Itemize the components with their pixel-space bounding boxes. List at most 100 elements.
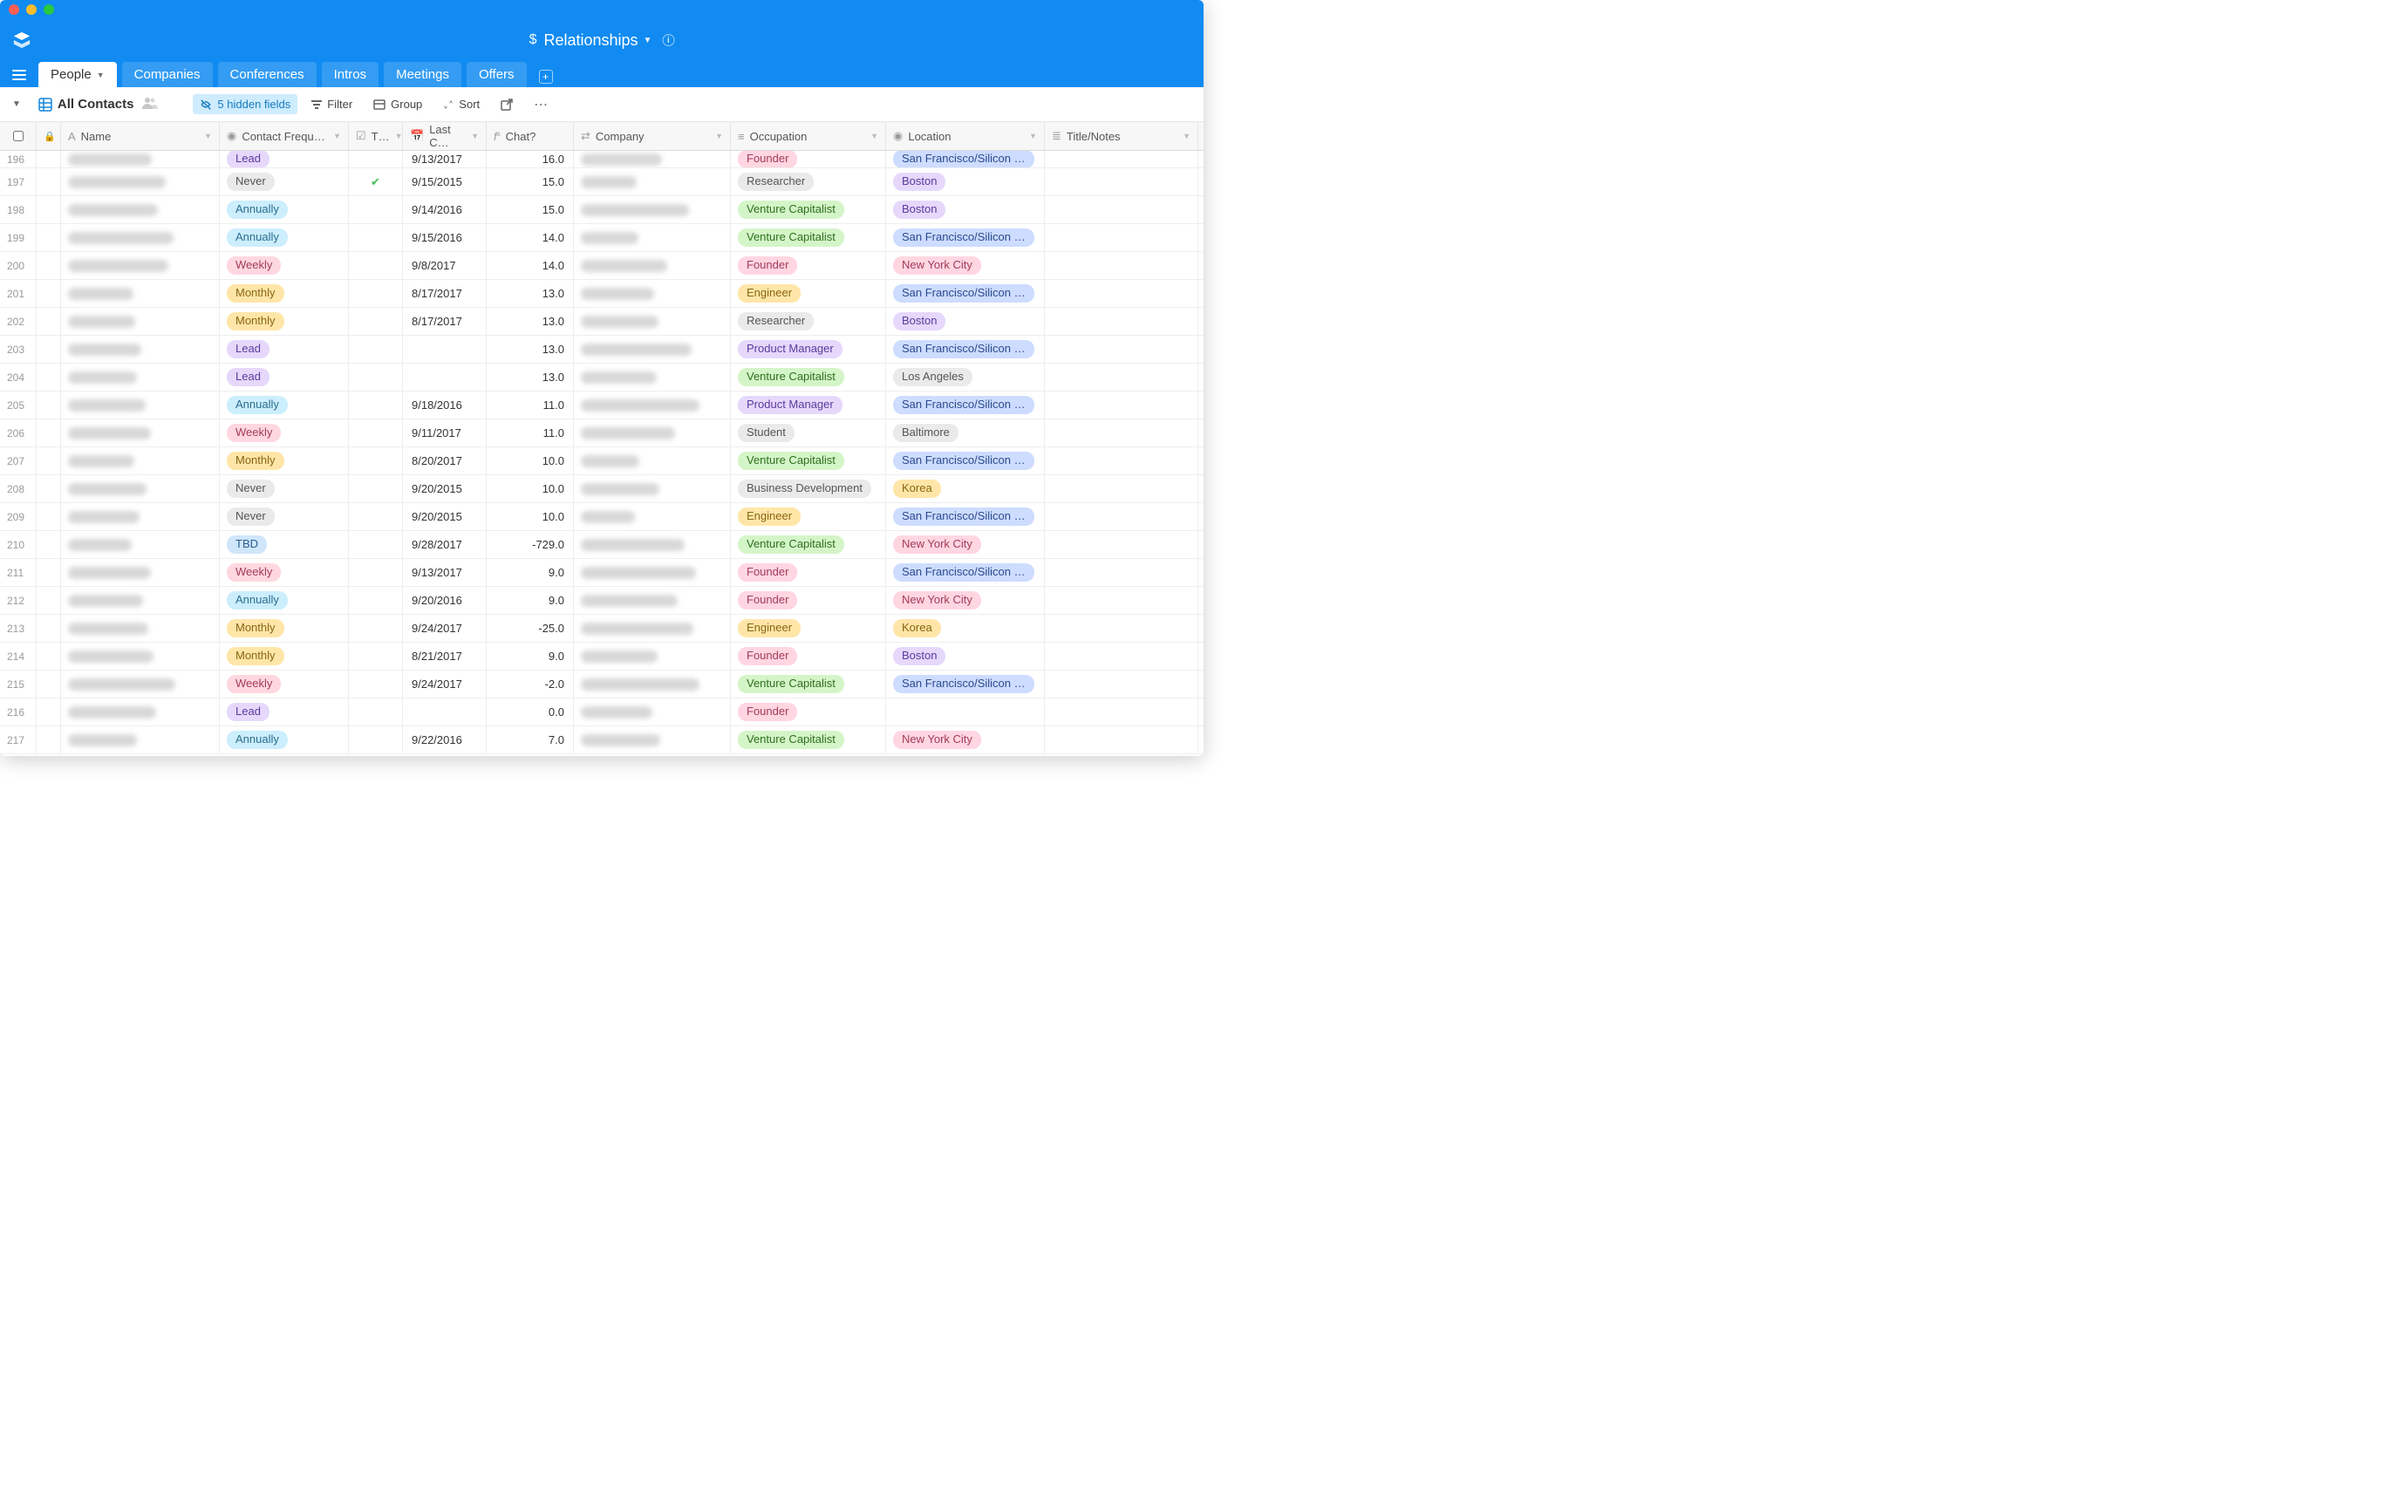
cell-t[interactable] xyxy=(349,559,403,586)
cell-name[interactable] xyxy=(61,726,220,753)
cell-occupation[interactable]: Venture Capitalist xyxy=(731,671,886,698)
cell-contact-frequency[interactable]: Annually xyxy=(220,196,349,223)
cell-company[interactable] xyxy=(574,503,731,530)
menu-button[interactable] xyxy=(7,63,31,87)
cell-name[interactable] xyxy=(61,224,220,251)
cell-title-notes[interactable] xyxy=(1045,447,1198,474)
column-header-contact-frequency[interactable]: ◉ Contact Frequ… ▼ xyxy=(220,122,349,150)
cell-chat[interactable]: 10.0 xyxy=(487,503,574,530)
tab-people[interactable]: People▼ xyxy=(38,62,117,87)
collaborators-icon[interactable] xyxy=(142,97,158,112)
cell-last-contact[interactable]: 9/8/2017 xyxy=(403,252,487,279)
views-dropdown-button[interactable]: ▼ xyxy=(9,96,24,112)
cell-t[interactable] xyxy=(349,196,403,223)
cell-contact-frequency[interactable]: Never xyxy=(220,475,349,502)
chevron-down-icon[interactable]: ▼ xyxy=(1029,132,1037,140)
cell-contact-frequency[interactable]: Never xyxy=(220,168,349,195)
sort-button[interactable]: Sort xyxy=(436,94,487,114)
cell-name[interactable] xyxy=(61,587,220,614)
cell-contact-frequency[interactable]: Annually xyxy=(220,587,349,614)
cell-company[interactable] xyxy=(574,615,731,642)
cell-company[interactable] xyxy=(574,587,731,614)
cell-contact-frequency[interactable]: Monthly xyxy=(220,615,349,642)
chevron-down-icon[interactable]: ▼ xyxy=(715,132,723,140)
cell-name[interactable] xyxy=(61,280,220,307)
cell-title-notes[interactable] xyxy=(1045,224,1198,251)
cell-contact-frequency[interactable]: Weekly xyxy=(220,559,349,586)
cell-title-notes[interactable] xyxy=(1045,336,1198,363)
cell-occupation[interactable]: Venture Capitalist xyxy=(731,531,886,558)
grid-body[interactable]: 196Lead9/13/201716.0FounderSan Francisco… xyxy=(0,151,1204,756)
select-all-checkbox[interactable] xyxy=(13,131,24,141)
cell-occupation[interactable]: Researcher xyxy=(731,308,886,335)
cell-location[interactable]: San Francisco/Silicon … xyxy=(886,280,1045,307)
cell-contact-frequency[interactable]: Lead xyxy=(220,151,349,167)
cell-last-contact[interactable]: 9/20/2016 xyxy=(403,587,487,614)
cell-location[interactable]: San Francisco/Silicon … xyxy=(886,559,1045,586)
cell-t[interactable] xyxy=(349,643,403,670)
cell-title-notes[interactable] xyxy=(1045,615,1198,642)
cell-t[interactable] xyxy=(349,308,403,335)
table-row[interactable]: 198Annually9/14/201615.0Venture Capitali… xyxy=(0,196,1204,224)
cell-t[interactable] xyxy=(349,475,403,502)
cell-chat[interactable]: 9.0 xyxy=(487,559,574,586)
cell-name[interactable] xyxy=(61,419,220,446)
cell-location[interactable]: Korea xyxy=(886,615,1045,642)
cell-title-notes[interactable] xyxy=(1045,587,1198,614)
cell-chat[interactable]: -729.0 xyxy=(487,531,574,558)
cell-contact-frequency[interactable]: Lead xyxy=(220,336,349,363)
cell-company[interactable] xyxy=(574,392,731,419)
table-row[interactable]: 207Monthly8/20/201710.0Venture Capitalis… xyxy=(0,447,1204,475)
tab-intros[interactable]: Intros xyxy=(322,62,379,87)
cell-name[interactable] xyxy=(61,308,220,335)
cell-chat[interactable]: 9.0 xyxy=(487,587,574,614)
more-button[interactable]: ⋯ xyxy=(527,92,556,117)
cell-company[interactable] xyxy=(574,475,731,502)
cell-t[interactable] xyxy=(349,447,403,474)
table-row[interactable]: 199Annually9/15/201614.0Venture Capitali… xyxy=(0,224,1204,252)
cell-company[interactable] xyxy=(574,531,731,558)
table-row[interactable]: 213Monthly9/24/2017-25.0EngineerKorea xyxy=(0,615,1204,643)
cell-last-contact[interactable]: 9/18/2016 xyxy=(403,392,487,419)
cell-title-notes[interactable] xyxy=(1045,151,1198,167)
cell-occupation[interactable]: Founder xyxy=(731,643,886,670)
tab-companies[interactable]: Companies xyxy=(122,62,213,87)
chevron-down-icon[interactable]: ▼ xyxy=(204,132,212,140)
cell-last-contact[interactable]: 9/13/2017 xyxy=(403,151,487,167)
cell-contact-frequency[interactable]: Annually xyxy=(220,224,349,251)
cell-name[interactable] xyxy=(61,392,220,419)
cell-location[interactable]: San Francisco/Silicon … xyxy=(886,503,1045,530)
cell-contact-frequency[interactable]: Weekly xyxy=(220,671,349,698)
cell-t[interactable] xyxy=(349,252,403,279)
add-table-button[interactable]: + xyxy=(532,66,560,87)
select-all-header[interactable] xyxy=(0,122,37,150)
cell-chat[interactable]: 13.0 xyxy=(487,364,574,391)
cell-location[interactable]: Baltimore xyxy=(886,419,1045,446)
cell-company[interactable] xyxy=(574,643,731,670)
cell-chat[interactable]: 13.0 xyxy=(487,336,574,363)
cell-name[interactable] xyxy=(61,364,220,391)
cell-name[interactable] xyxy=(61,559,220,586)
cell-contact-frequency[interactable]: Monthly xyxy=(220,643,349,670)
cell-title-notes[interactable] xyxy=(1045,726,1198,753)
cell-name[interactable] xyxy=(61,252,220,279)
table-row[interactable]: 204Lead13.0Venture CapitalistLos Angeles xyxy=(0,364,1204,392)
cell-occupation[interactable]: Engineer xyxy=(731,280,886,307)
cell-last-contact[interactable]: 9/15/2015 xyxy=(403,168,487,195)
cell-t[interactable] xyxy=(349,151,403,167)
cell-last-contact[interactable]: 9/28/2017 xyxy=(403,531,487,558)
cell-title-notes[interactable] xyxy=(1045,643,1198,670)
cell-name[interactable] xyxy=(61,531,220,558)
cell-company[interactable] xyxy=(574,447,731,474)
cell-chat[interactable]: 13.0 xyxy=(487,280,574,307)
group-button[interactable]: Group xyxy=(366,94,429,114)
cell-company[interactable] xyxy=(574,419,731,446)
cell-chat[interactable]: 11.0 xyxy=(487,392,574,419)
cell-company[interactable] xyxy=(574,726,731,753)
cell-occupation[interactable]: Product Manager xyxy=(731,392,886,419)
hidden-fields-button[interactable]: 5 hidden fields xyxy=(193,94,297,114)
cell-company[interactable] xyxy=(574,151,731,167)
cell-name[interactable] xyxy=(61,698,220,725)
cell-t[interactable] xyxy=(349,698,403,725)
cell-contact-frequency[interactable]: Annually xyxy=(220,726,349,753)
